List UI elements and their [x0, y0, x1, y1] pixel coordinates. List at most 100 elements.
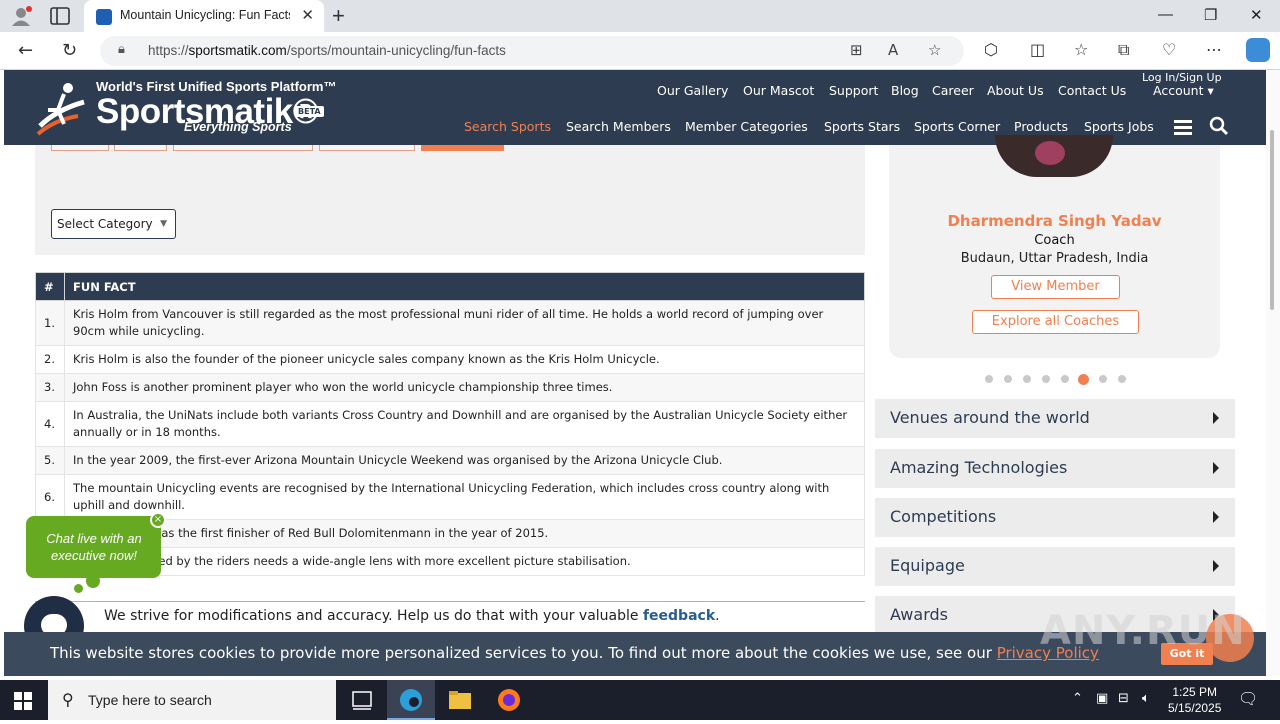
accordion-venues[interactable]: Venues around the world [875, 399, 1235, 438]
carousel-dot[interactable] [1061, 375, 1069, 383]
filter-tab[interactable] [173, 145, 313, 151]
nav-sports-stars[interactable]: Sports Stars [824, 119, 900, 134]
collections-icon[interactable]: ⧉ [1118, 40, 1129, 60]
site-header: World's First Unified Sports Platform™ S… [4, 70, 1266, 145]
member-name[interactable]: Dharmendra Singh Yadav [889, 212, 1220, 230]
firefox-icon[interactable] [485, 680, 533, 720]
chat-invite-bubble[interactable]: Chat live with an executive now! [26, 516, 161, 578]
profile-icon[interactable] [10, 6, 32, 26]
caret-right-icon [1213, 560, 1219, 572]
carousel-dot[interactable] [1023, 375, 1031, 383]
minimize-icon[interactable]: — [1158, 6, 1173, 23]
nav-career[interactable]: Career [932, 83, 974, 98]
chat-bubble-dot [74, 584, 83, 593]
lock-icon: 🔒︎ [118, 42, 125, 57]
featured-member-card: Dharmendra Singh Yadav Coach Budaun, Utt… [889, 135, 1220, 358]
extensions-icon[interactable]: ⬡ [984, 40, 998, 59]
file-explorer-icon[interactable] [436, 680, 484, 720]
app-available-icon[interactable]: ⊞ [850, 41, 863, 59]
site-favicon-icon [96, 9, 112, 25]
nav-about-us[interactable]: About Us [987, 83, 1044, 98]
url-domain: sportsmatik.com [188, 43, 287, 58]
feedback-link[interactable]: feedback [643, 608, 715, 624]
nav-search-sports[interactable]: Search Sports [464, 119, 551, 134]
nav-products[interactable]: Products [1014, 119, 1068, 134]
tab-actions-icon[interactable] [50, 7, 70, 25]
explore-coaches-button[interactable]: Explore all Coaches [972, 310, 1139, 334]
nav-sports-jobs[interactable]: Sports Jobs [1084, 119, 1154, 134]
read-aloud-icon[interactable]: A [888, 41, 898, 59]
nav-contact-us[interactable]: Contact Us [1058, 83, 1126, 98]
carousel-dot[interactable] [985, 375, 993, 383]
close-chat-icon[interactable]: × [150, 512, 166, 528]
carousel-dot[interactable] [1042, 375, 1050, 383]
active-tab[interactable]: Mountain Unicycling: Fun Facts, ✕ [84, 0, 324, 32]
table-row: 1. Kris Holm from Vancouver is still rega… [35, 300, 865, 346]
caret-right-icon [1213, 511, 1219, 523]
network-icon[interactable]: ⊟ [1118, 691, 1129, 706]
chevron-down-icon: ▼ [160, 219, 167, 229]
filter-tab-active[interactable] [421, 145, 504, 151]
filter-tab[interactable] [114, 145, 167, 151]
task-view-icon[interactable] [338, 680, 386, 720]
sportsmatik-logo-icon[interactable] [34, 80, 94, 138]
search-icon[interactable] [1209, 116, 1229, 136]
refresh-icon[interactable]: ↻ [62, 40, 77, 61]
restore-icon[interactable]: ❐ [1204, 6, 1217, 24]
close-window-icon[interactable]: ✕ [1250, 6, 1263, 24]
member-role: Coach [1034, 233, 1075, 248]
tray-device-icon[interactable]: ▣ [1096, 691, 1108, 706]
clock[interactable]: 1:25 PM 5/15/2025 [1168, 684, 1221, 716]
nav-support[interactable]: Support [829, 83, 878, 98]
nav-sports-corner[interactable]: Sports Corner [914, 119, 1000, 134]
copilot-icon[interactable] [1246, 38, 1270, 62]
member-avatar[interactable] [995, 135, 1113, 177]
more-menu-icon[interactable]: ⋯ [1206, 40, 1222, 59]
notifications-icon[interactable]: 🗨︎ [1238, 689, 1258, 708]
tray-chevron-up-icon[interactable]: ⌃ [1072, 691, 1083, 706]
view-member-button[interactable]: View Member [991, 275, 1120, 299]
watermark-logo: ANY.RUN [1040, 608, 1246, 654]
chat-bubble-tail [86, 574, 100, 588]
caret-right-icon [1213, 412, 1219, 424]
nav-member-categories[interactable]: Member Categories [685, 119, 808, 134]
tab-title: Mountain Unicycling: Fun Facts, [120, 8, 290, 22]
nav-blog[interactable]: Blog [891, 83, 919, 98]
filter-panel: Select Category ▼ [35, 145, 865, 255]
carousel-dot[interactable] [1099, 375, 1107, 383]
split-screen-icon[interactable]: ◫ [1030, 40, 1045, 59]
url-field[interactable]: 🔒︎ https://sportsmatik.com/sports/mounta… [100, 36, 964, 66]
carousel-dot[interactable] [1118, 375, 1126, 383]
accordion-technologies[interactable]: Amazing Technologies [875, 449, 1235, 488]
account-menu[interactable]: Account ▾ [1153, 83, 1214, 98]
select-category-dropdown[interactable]: Select Category ▼ [51, 209, 176, 239]
column-header-number: # [35, 272, 65, 301]
new-tab-icon[interactable]: + [332, 3, 345, 29]
carousel-dot[interactable] [1004, 375, 1012, 383]
filter-tab[interactable] [319, 145, 415, 151]
windows-taskbar: ⚲ Type here to search ⌃ ▣ ⊟ 🔈︎ 1:25 PM 5/… [0, 680, 1280, 720]
browser-essentials-icon[interactable]: ♡ [1162, 40, 1176, 59]
beta-badge: BETA [295, 106, 324, 117]
volume-icon[interactable]: 🔈︎ [1142, 691, 1150, 706]
caret-right-icon [1213, 462, 1219, 474]
accordion-competitions[interactable]: Competitions [875, 498, 1235, 537]
nav-our-mascot[interactable]: Our Mascot [743, 83, 814, 98]
column-header-fun-fact: FUN FACT [64, 272, 865, 301]
carousel-dot-active[interactable] [1078, 374, 1089, 385]
accordion-equipage[interactable]: Equipage [875, 547, 1235, 586]
taskbar-search-box[interactable]: ⚲ Type here to search [48, 680, 336, 720]
nav-search-members[interactable]: Search Members [566, 119, 671, 134]
edge-browser-icon[interactable] [387, 680, 435, 720]
logo-subtitle: Everything Sports [184, 120, 292, 134]
scrollbar-thumb[interactable] [1270, 130, 1274, 310]
nav-our-gallery[interactable]: Our Gallery [657, 83, 728, 98]
close-tab-icon[interactable]: ✕ [301, 6, 314, 24]
favorite-star-icon[interactable]: ☆ [928, 41, 941, 59]
windows-start-icon[interactable] [14, 692, 32, 710]
favorites-icon[interactable]: ☆ [1074, 40, 1088, 59]
back-icon[interactable]: ← [18, 40, 33, 61]
table-row: 5. In the year 2009, the first-ever Arizo… [35, 446, 865, 475]
filter-tab[interactable] [51, 145, 109, 151]
hamburger-menu-icon[interactable] [1174, 120, 1192, 135]
